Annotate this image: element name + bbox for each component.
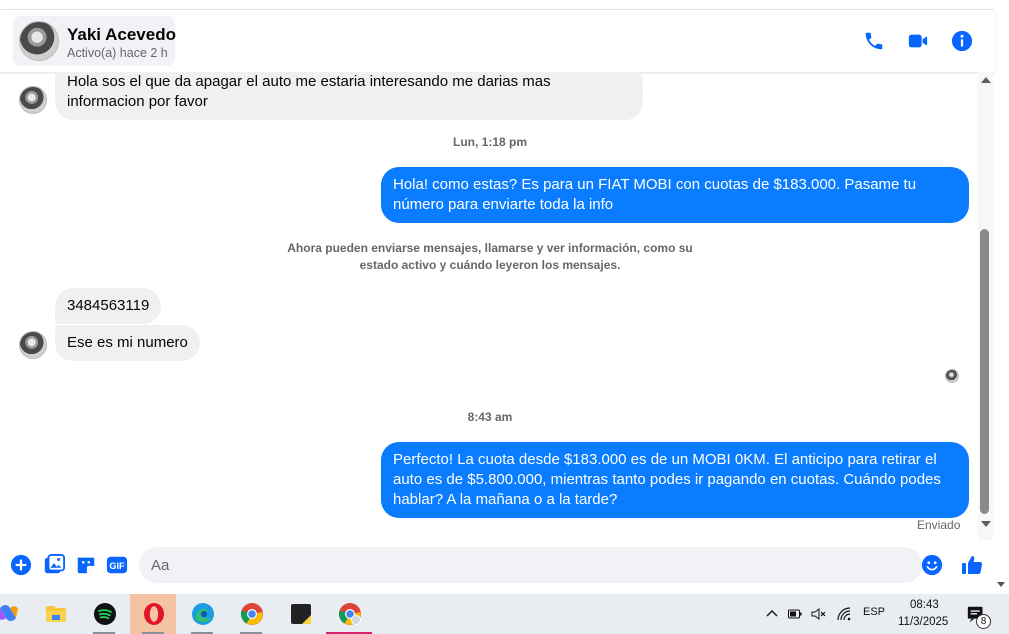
incoming-message[interactable]: Ese es mi numero bbox=[55, 325, 200, 361]
incoming-message[interactable]: 3484563119 bbox=[55, 288, 162, 324]
copilot-icon bbox=[0, 605, 18, 621]
window-scroll-down-icon[interactable] bbox=[997, 582, 1005, 587]
incoming-message[interactable]: Hola sos el que da apagar el auto me est… bbox=[55, 72, 643, 120]
info-icon[interactable] bbox=[951, 30, 973, 52]
outgoing-message[interactable]: Hola! como estas? Es para un FIAT MOBI c… bbox=[381, 167, 969, 223]
taskbar-app-file-explorer[interactable] bbox=[32, 594, 78, 634]
taskbar-app-copilot[interactable] bbox=[0, 594, 30, 634]
edge-icon bbox=[192, 603, 214, 625]
delivery-status: Enviado bbox=[917, 518, 961, 532]
sender-avatar[interactable] bbox=[19, 86, 47, 114]
photo-icon[interactable] bbox=[43, 554, 65, 576]
file-explorer-icon bbox=[46, 606, 66, 622]
volume-muted-icon[interactable] bbox=[810, 606, 826, 622]
taskbar-app-sticky-notes[interactable] bbox=[277, 594, 323, 634]
battery-icon[interactable] bbox=[787, 606, 803, 622]
contact-card[interactable]: Yaki Acevedo Activo(a) hace 2 h bbox=[13, 16, 176, 66]
message-composer: GIF bbox=[0, 540, 995, 592]
scroll-up-arrow-icon[interactable] bbox=[981, 77, 991, 83]
chrome-icon bbox=[240, 603, 263, 625]
plus-icon[interactable] bbox=[10, 554, 32, 576]
emoji-icon[interactable] bbox=[921, 554, 943, 576]
chevron-up-icon[interactable] bbox=[764, 606, 780, 622]
timestamp: Lun, 1:18 pm bbox=[452, 135, 527, 149]
timestamp: 8:43 am bbox=[467, 410, 513, 424]
spotify-icon bbox=[94, 603, 116, 625]
taskbar-app-edge[interactable] bbox=[179, 594, 225, 634]
message-input[interactable] bbox=[139, 547, 922, 583]
windows-taskbar: ESP 08:43 11/3/2025 8 bbox=[0, 594, 1009, 634]
gif-icon[interactable]: GIF bbox=[106, 554, 128, 576]
contact-avatar[interactable] bbox=[19, 21, 59, 61]
phone-icon[interactable] bbox=[863, 30, 885, 52]
video-call-icon[interactable] bbox=[907, 30, 929, 52]
contact-name[interactable]: Yaki Acevedo bbox=[67, 25, 176, 45]
taskbar-app-opera[interactable] bbox=[130, 594, 176, 634]
message-thread[interactable]: Hola sos el que da apagar el auto me est… bbox=[0, 72, 978, 540]
taskbar-app-spotify[interactable] bbox=[81, 594, 127, 634]
window-right-edge bbox=[995, 0, 1009, 594]
wifi-icon[interactable] bbox=[836, 606, 852, 622]
thumbs-up-icon[interactable] bbox=[960, 553, 984, 577]
scroll-thumb[interactable] bbox=[980, 229, 989, 514]
sticker-icon[interactable] bbox=[75, 554, 97, 576]
taskbar-app-chrome-profile[interactable] bbox=[326, 594, 372, 634]
privacy-notice: Ahora pueden enviarse mensajes, llamarse… bbox=[287, 241, 693, 272]
contact-status: Activo(a) hace 2 h bbox=[67, 46, 168, 60]
clock-time[interactable]: 08:43 bbox=[910, 599, 939, 611]
window-top-strip bbox=[0, 0, 1009, 10]
chat-header: Yaki Acevedo Activo(a) hace 2 h bbox=[0, 10, 995, 72]
language-indicator[interactable]: ESP bbox=[863, 606, 885, 618]
gif-label: GIF bbox=[109, 561, 125, 571]
opera-icon bbox=[144, 603, 164, 625]
scroll-down-arrow-icon[interactable] bbox=[981, 521, 991, 527]
read-receipt-avatar bbox=[945, 369, 959, 383]
chrome-profile-icon bbox=[338, 603, 361, 625]
outgoing-message[interactable]: Perfecto! La cuota desde $183.000 es de … bbox=[381, 442, 969, 518]
notification-count-badge: 8 bbox=[976, 614, 991, 629]
taskbar-app-chrome[interactable] bbox=[228, 594, 274, 634]
sender-avatar[interactable] bbox=[19, 331, 47, 359]
sticky-notes-icon bbox=[291, 604, 311, 624]
thread-scrollbar[interactable] bbox=[978, 72, 993, 540]
clock-date[interactable]: 11/3/2025 bbox=[898, 616, 948, 628]
